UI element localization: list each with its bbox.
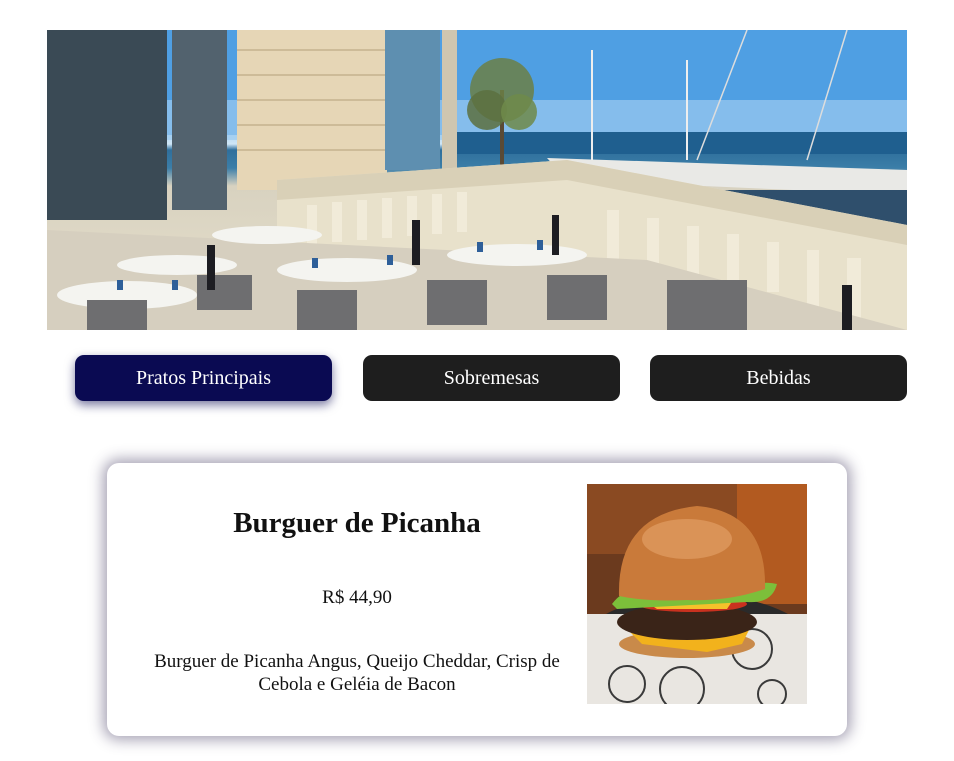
menu-item-price: R$ 44,90 (322, 587, 392, 608)
menu-item-card: Burguer de Picanha R$ 44,90 Burguer de P… (107, 463, 847, 736)
menu-item-name: Burguer de Picanha (233, 507, 481, 539)
menu-item-image (587, 484, 807, 704)
tab-sobremesas[interactable]: Sobremesas (363, 355, 620, 401)
tab-pratos-principais[interactable]: Pratos Principais (75, 355, 332, 401)
tab-bebidas[interactable]: Bebidas (650, 355, 907, 401)
hero-image (47, 30, 907, 330)
menu-item-description: Burguer de Picanha Angus, Queijo Cheddar… (154, 651, 560, 695)
